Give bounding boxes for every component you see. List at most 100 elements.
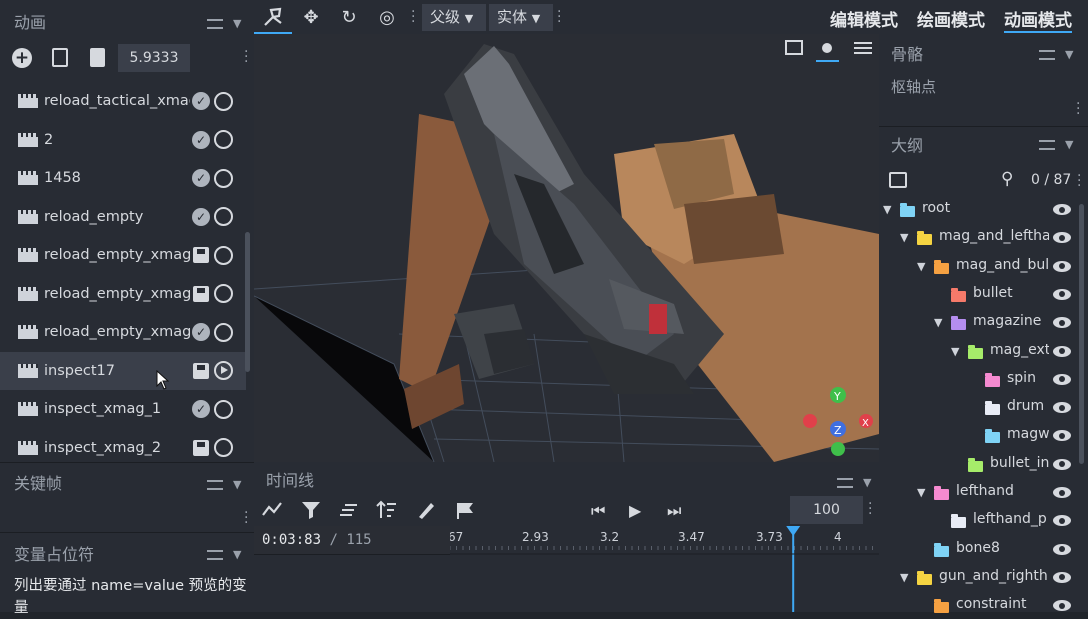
pivot-target-icon[interactable]: ◎ [376, 7, 398, 29]
outline-toggle-icon[interactable] [889, 172, 907, 188]
saved-check-icon[interactable]: ✓ [192, 207, 210, 226]
expand-chevron-icon[interactable]: ▼ [917, 260, 925, 273]
select-circle-icon[interactable] [214, 438, 233, 458]
skip-to-end-icon[interactable]: ⏭ [667, 501, 681, 521]
visibility-eye-icon[interactable] [1053, 543, 1071, 555]
filter-icon[interactable] [301, 500, 321, 520]
visibility-eye-icon[interactable] [1053, 317, 1071, 329]
sort-icon[interactable] [376, 500, 398, 520]
visibility-eye-icon[interactable] [1053, 430, 1071, 442]
visibility-eye-icon[interactable] [1053, 515, 1071, 527]
outline-node[interactable]: ▼ mag_ext [879, 337, 1079, 365]
save-file-icon[interactable] [90, 48, 105, 67]
skip-to-start-icon[interactable]: ⏮ [591, 501, 605, 521]
add-animation-icon[interactable]: + [12, 48, 32, 68]
saved-check-icon[interactable]: ✓ [192, 323, 210, 342]
play-circle-icon[interactable] [214, 361, 233, 381]
outline-node[interactable]: ▼ lefthand [879, 478, 1079, 506]
animation-list-item[interactable]: reload_tactical_xmag ✓ [0, 82, 246, 121]
visibility-eye-icon[interactable] [1053, 458, 1071, 470]
outline-node[interactable]: ▼ mag_and_leftha [879, 223, 1079, 251]
animation-list-item[interactable]: 1458 ✓ [0, 159, 246, 198]
search-icon[interactable]: ⚲ [1001, 169, 1013, 189]
align-lines-icon[interactable] [339, 502, 359, 518]
visibility-eye-icon[interactable] [1053, 345, 1071, 357]
paint-mode-tab[interactable]: 绘画模式 [917, 6, 985, 31]
panel-menu-icon[interactable] [207, 18, 223, 29]
outline-node[interactable]: ▼ gun_and_righth [879, 563, 1079, 591]
entity-dropdown[interactable]: 实体 ▼ [489, 4, 553, 31]
animation-list-item[interactable]: reload_empty ✓ [0, 198, 246, 237]
animation-list-item[interactable]: reload_empty_xmag_ [0, 236, 246, 275]
panel-menu-icon[interactable] [207, 479, 223, 490]
animate-mode-tab[interactable]: 动画模式 [1004, 6, 1072, 33]
fps-field[interactable]: 100 [790, 496, 863, 524]
expand-chevron-icon[interactable]: ▼ [934, 316, 942, 329]
more-options-icon[interactable]: · · · [244, 506, 248, 530]
expand-chevron-icon[interactable]: ▼ [900, 571, 908, 584]
collapse-chevron-icon[interactable]: ▼ [233, 548, 241, 561]
outline-node[interactable]: bullet_in [879, 450, 1079, 478]
select-circle-icon[interactable] [214, 130, 233, 150]
collapse-chevron-icon[interactable]: ▼ [1065, 48, 1073, 61]
animation-list-item[interactable]: inspect_xmag_1 ✓ [0, 390, 246, 429]
expand-chevron-icon[interactable]: ▼ [917, 486, 925, 499]
select-circle-icon[interactable] [214, 322, 233, 342]
select-circle-icon[interactable] [214, 207, 233, 227]
outline-node[interactable]: magw [879, 421, 1079, 449]
outline-node[interactable]: constraint [879, 591, 1079, 615]
outline-node[interactable]: drum [879, 393, 1079, 421]
unsaved-save-icon[interactable] [193, 439, 209, 456]
expand-chevron-icon[interactable]: ▼ [883, 203, 891, 216]
timeline-ruler[interactable]: 67 2.93 3.2 3.47 3.73 4 [448, 526, 879, 612]
visibility-eye-icon[interactable] [1053, 487, 1071, 498]
animation-time-field[interactable]: 5.9333 [118, 44, 190, 72]
more-options-icon[interactable]: · · · [244, 45, 248, 69]
saved-check-icon[interactable]: ✓ [192, 400, 210, 419]
visibility-eye-icon[interactable] [1053, 373, 1071, 385]
tool-select[interactable] [254, 0, 292, 34]
select-circle-icon[interactable] [214, 245, 233, 265]
outline-node[interactable]: ▼ mag_and_bul [879, 252, 1079, 280]
panel-menu-icon[interactable] [837, 477, 853, 488]
animation-list-scrollbar[interactable] [245, 232, 250, 372]
animation-list-item[interactable]: inspect17 [0, 351, 246, 390]
3d-viewport[interactable]: Y X Z [254, 34, 879, 462]
more-options-icon[interactable]: · · · [1077, 169, 1081, 193]
toolbar-more-icon[interactable]: · · · [557, 5, 561, 29]
saved-check-icon[interactable]: ✓ [192, 130, 210, 149]
visibility-eye-icon[interactable] [1053, 571, 1071, 583]
panel-menu-icon[interactable] [1039, 49, 1055, 60]
unsaved-save-icon[interactable] [193, 247, 209, 264]
unsaved-save-icon[interactable] [193, 362, 209, 379]
move-arrows-icon[interactable]: ✥ [300, 7, 322, 29]
expand-chevron-icon[interactable]: ▼ [900, 231, 908, 244]
visibility-eye-icon[interactable] [1053, 232, 1071, 244]
expand-chevron-icon[interactable]: ▼ [951, 345, 959, 358]
animation-list-item[interactable]: reload_empty_xmag_ [0, 275, 246, 314]
edit-mode-tab[interactable]: 编辑模式 [830, 6, 898, 31]
visibility-eye-icon[interactable] [1053, 600, 1071, 612]
collapse-chevron-icon[interactable]: ▼ [863, 476, 871, 489]
pen-icon[interactable] [416, 500, 436, 520]
outline-node[interactable]: ▼ root [879, 195, 1079, 223]
visibility-eye-icon[interactable] [1053, 402, 1071, 414]
play-icon[interactable]: ▶ [629, 501, 641, 520]
visibility-eye-icon[interactable] [1053, 260, 1071, 272]
panel-menu-icon[interactable] [1039, 139, 1055, 150]
flag-icon[interactable] [456, 502, 474, 520]
graph-editor-icon[interactable] [262, 500, 286, 520]
outline-node[interactable]: lefthand_p [879, 506, 1079, 534]
collapse-chevron-icon[interactable]: ▼ [233, 478, 241, 491]
select-circle-icon[interactable] [214, 399, 233, 419]
import-animation-icon[interactable] [52, 48, 68, 67]
more-options-icon[interactable]: · · · [868, 497, 872, 521]
more-options-icon[interactable]: · · · [1076, 97, 1080, 121]
outline-scrollbar[interactable] [1079, 204, 1084, 464]
collapse-chevron-icon[interactable]: ▼ [1065, 138, 1073, 151]
outline-node[interactable]: spin [879, 365, 1079, 393]
animation-list-item[interactable]: reload_empty_xmag_ ✓ [0, 313, 246, 352]
outline-node[interactable]: bullet [879, 280, 1079, 308]
collapse-chevron-icon[interactable]: ▼ [233, 17, 241, 30]
rotate-icon[interactable]: ↻ [338, 7, 360, 29]
